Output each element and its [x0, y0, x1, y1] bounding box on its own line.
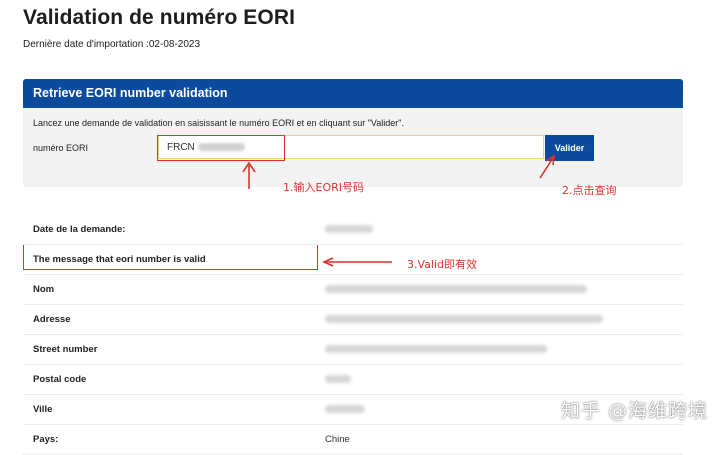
- redacted-value: [325, 345, 547, 353]
- row-label: Street number: [33, 344, 98, 355]
- eori-field-label: numéro EORI: [33, 143, 89, 153]
- table-row: Pays: Chine: [23, 425, 683, 455]
- annotation-step2: 2.点击查询: [562, 184, 617, 197]
- row-label: Ville: [33, 404, 53, 415]
- row-label: Nom: [33, 284, 55, 295]
- row-label: Postal code: [33, 374, 87, 385]
- table-row: Adresse: [23, 305, 683, 335]
- redacted-value: [325, 375, 351, 383]
- row-label: Date de la demande:: [33, 224, 126, 235]
- table-row: Nom: [23, 275, 683, 305]
- table-row: Postal code: [23, 365, 683, 395]
- table-row: Date de la demande:: [23, 215, 683, 245]
- redacted-value: [325, 315, 603, 323]
- panel-instruction: Lancez une demande de validation en sais…: [33, 118, 404, 128]
- row-label: The message that eori number is valid: [33, 254, 206, 265]
- import-date: Dernière date d'importation :02-08-2023: [23, 39, 201, 50]
- table-row: The message that eori number is valid: [23, 245, 683, 275]
- annotation-step1: 1.输入EORI号码: [283, 181, 364, 194]
- redacted-value: [325, 225, 373, 233]
- row-label: Pays:: [33, 434, 59, 445]
- redacted-value: [325, 405, 365, 413]
- annotation-box-input: [157, 135, 285, 161]
- table-row: Street number: [23, 335, 683, 365]
- row-label: Adresse: [33, 314, 71, 325]
- watermark: 知乎 @海维跨境: [560, 400, 708, 422]
- row-value: Chine: [325, 434, 350, 445]
- page-title: Validation de numéro EORI: [23, 6, 296, 29]
- panel-header: Retrieve EORI number validation: [23, 79, 683, 108]
- validate-button[interactable]: Valider: [545, 135, 594, 161]
- redacted-value: [325, 285, 587, 293]
- eori-validation-panel: Retrieve EORI number validation Lancez u…: [23, 79, 683, 187]
